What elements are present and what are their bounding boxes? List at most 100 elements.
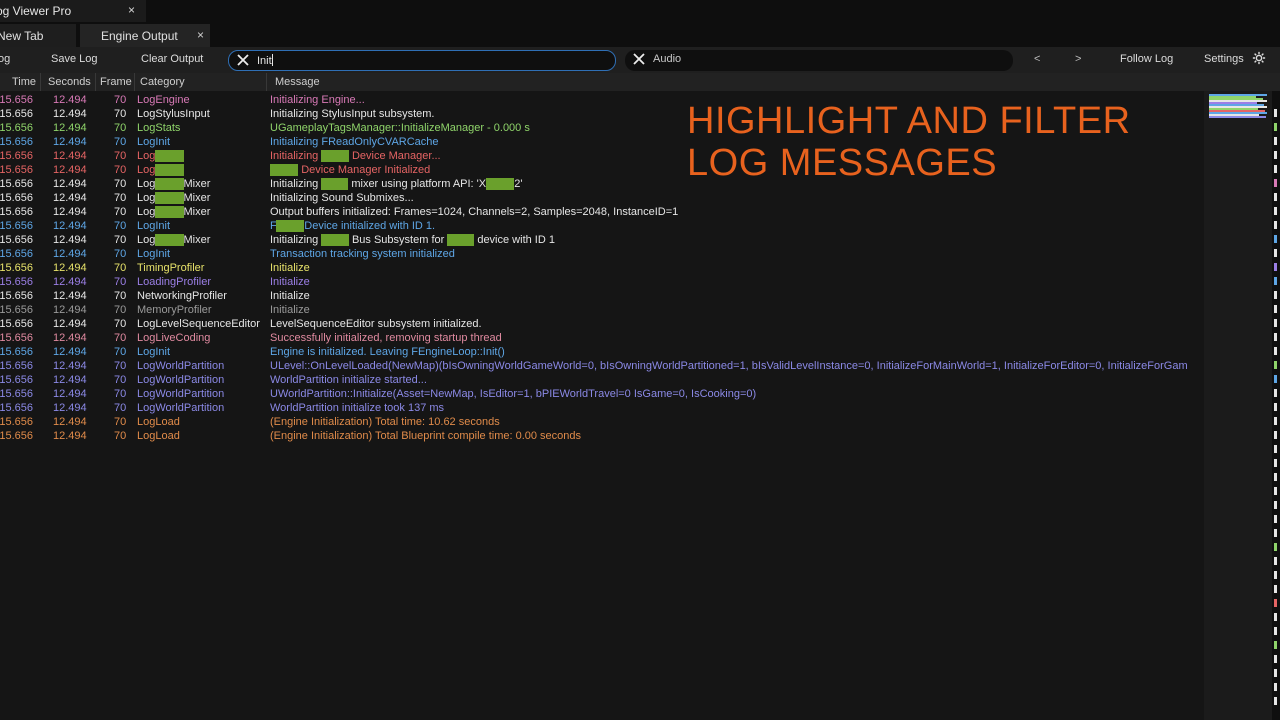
close-icon[interactable]: × [128,3,135,17]
log-row[interactable]: 15.656 12.494 70 LogAudioMixer Initializing … [0,234,1204,248]
log-time: 15.656 [0,220,33,232]
log-category: LogLiveCoding [137,332,211,344]
log-frame: 70 [114,164,127,176]
log-row[interactable]: 15.656 12.494 70 LogLiveCoding Successfully … [0,332,1204,346]
tab-new-tab[interactable]: New Tab [0,24,76,47]
log-row[interactable]: 15.656 12.494 70 LogInit Transaction trackin… [0,248,1204,262]
close-icon[interactable] [631,51,647,67]
log-row[interactable]: 15.656 12.494 70 LogInit FAudioDevice initia… [0,220,1204,234]
column-category[interactable]: Category [140,76,185,88]
log-category: LogInit [137,346,171,358]
log-message: Transaction tracking system initialized [270,248,455,260]
log-message: UGameplayTagsManager::InitializeManager … [270,122,530,134]
log-category: TimingProfiler [137,262,205,274]
log-message: FAudioDevice initialized with ID 1. [270,220,436,232]
close-icon[interactable] [235,52,251,68]
log-time: 15.656 [0,332,33,344]
log-seconds: 12.494 [53,290,87,302]
log-time: 15.656 [0,290,33,302]
log-message: Initializing Audio Bus Subsystem for aud… [270,234,555,246]
column-frame[interactable]: Frame [100,76,132,88]
log-message: Initializing FReadOnlyCVARCache [270,136,439,148]
column-seconds[interactable]: Seconds [48,76,91,88]
log-time: 15.656 [0,374,33,386]
log-row[interactable]: 15.656 12.494 70 LogLoad (Engine Initializat… [0,416,1204,430]
log-frame: 70 [114,332,127,344]
log-list[interactable]: 15.656 12.494 70 LogEngine Initializing Engi… [0,91,1204,720]
close-icon[interactable]: × [197,28,204,42]
log-row[interactable]: 15.656 12.494 70 LogLevelSequenceEditor Leve… [0,318,1204,332]
highlight-match: Audio [270,164,299,176]
log-frame: 70 [114,178,127,190]
app-title: og Viewer Pro [0,4,72,18]
log-frame: 70 [114,346,127,358]
log-frame: 70 [114,388,127,400]
log-row[interactable]: 15.656 12.494 70 TimingProfiler Initialize [0,262,1204,276]
filter-search-input[interactable]: Init [228,50,616,71]
log-row[interactable]: 15.656 12.494 70 LoadingProfiler Initialize [0,276,1204,290]
log-seconds: 12.494 [53,150,87,162]
gutter-tick [1274,459,1277,467]
log-category: LogStylusInput [137,108,210,120]
follow-log-button[interactable]: Follow Log [1120,53,1173,65]
column-message[interactable]: Message [275,76,320,88]
log-row[interactable]: 15.656 12.494 70 LogAudioMixer Initializing … [0,192,1204,206]
log-message: Successfully initialized, removing start… [270,332,502,344]
previous-match-button[interactable]: < [1034,53,1040,65]
log-frame: 70 [114,360,127,372]
log-time: 15.656 [0,206,33,218]
log-frame: 70 [114,276,127,288]
highlight-search-input[interactable]: Audio [625,50,1013,71]
gutter-tick [1274,627,1277,635]
column-time[interactable]: Time [12,76,36,88]
clear-output-button[interactable]: Clear Output [141,53,203,65]
log-row[interactable]: 15.656 12.494 70 LogLoad (Engine Initializat… [0,430,1204,444]
log-frame: 70 [114,192,127,204]
highlight-match: audio [321,178,349,190]
save-log-button[interactable]: Save Log [51,53,97,65]
highlight-match: Audio [155,164,184,176]
log-row[interactable]: 15.656 12.494 70 MemoryProfiler Initialize [0,304,1204,318]
gear-icon[interactable] [1252,51,1266,69]
log-category: LogWorldPartition [137,360,225,372]
settings-button[interactable]: Settings [1204,53,1244,65]
gutter-tick [1274,263,1277,271]
log-minimap[interactable] [1204,91,1272,720]
log-row[interactable]: 15.656 12.494 70 LogWorldPartition WorldPart… [0,374,1204,388]
log-row[interactable]: 15.656 12.494 70 NetworkingProfiler Initiali… [0,290,1204,304]
log-message: Initializing Sound Submixes... [270,192,414,204]
log-row[interactable]: 15.656 12.494 70 LogWorldPartition ULevel::O… [0,360,1204,374]
log-row[interactable]: 15.656 12.494 70 LogWorldPartition UWorldPar… [0,388,1204,402]
log-row[interactable]: 15.656 12.494 70 LogWorldPartition WorldPart… [0,402,1204,416]
highlight-match: audio [447,234,475,246]
app-tab[interactable]: og Viewer Pro × [0,0,146,22]
scrollbar-gutter[interactable] [1272,91,1280,720]
log-time: 15.656 [0,276,33,288]
log-frame: 70 [114,304,127,316]
log-category: LogAudio [137,150,184,162]
gutter-tick [1274,137,1277,145]
log-row[interactable]: 15.656 12.494 70 LogAudioMixer Output buffer… [0,206,1204,220]
tab-engine-output[interactable]: Engine Output × [80,24,210,47]
log-time: 15.656 [0,248,33,260]
log-time: 15.656 [0,122,33,134]
log-seconds: 12.494 [53,332,87,344]
log-category: LogAudioMixer [137,206,211,218]
log-message: UWorldPartition::Initialize(Asset=NewMap… [270,388,757,400]
log-message: (Engine Initialization) Total time: 10.6… [270,416,500,428]
log-frame: 70 [114,206,127,218]
log-category: LogInit [137,136,171,148]
overlay-line-1: HIGHLIGHT AND FILTER [687,100,1131,142]
log-time: 15.656 [0,164,33,176]
toolbar-left-button[interactable]: og [0,53,10,65]
log-frame: 70 [114,220,127,232]
log-time: 15.656 [0,192,33,204]
log-category: LogStats [137,122,181,134]
highlight-match: Audio [486,178,515,190]
log-seconds: 12.494 [53,430,87,442]
log-frame: 70 [114,150,127,162]
next-match-button[interactable]: > [1075,53,1081,65]
gutter-tick [1274,151,1277,159]
log-time: 15.656 [0,360,33,372]
log-row[interactable]: 15.656 12.494 70 LogInit Engine is initializ… [0,346,1204,360]
